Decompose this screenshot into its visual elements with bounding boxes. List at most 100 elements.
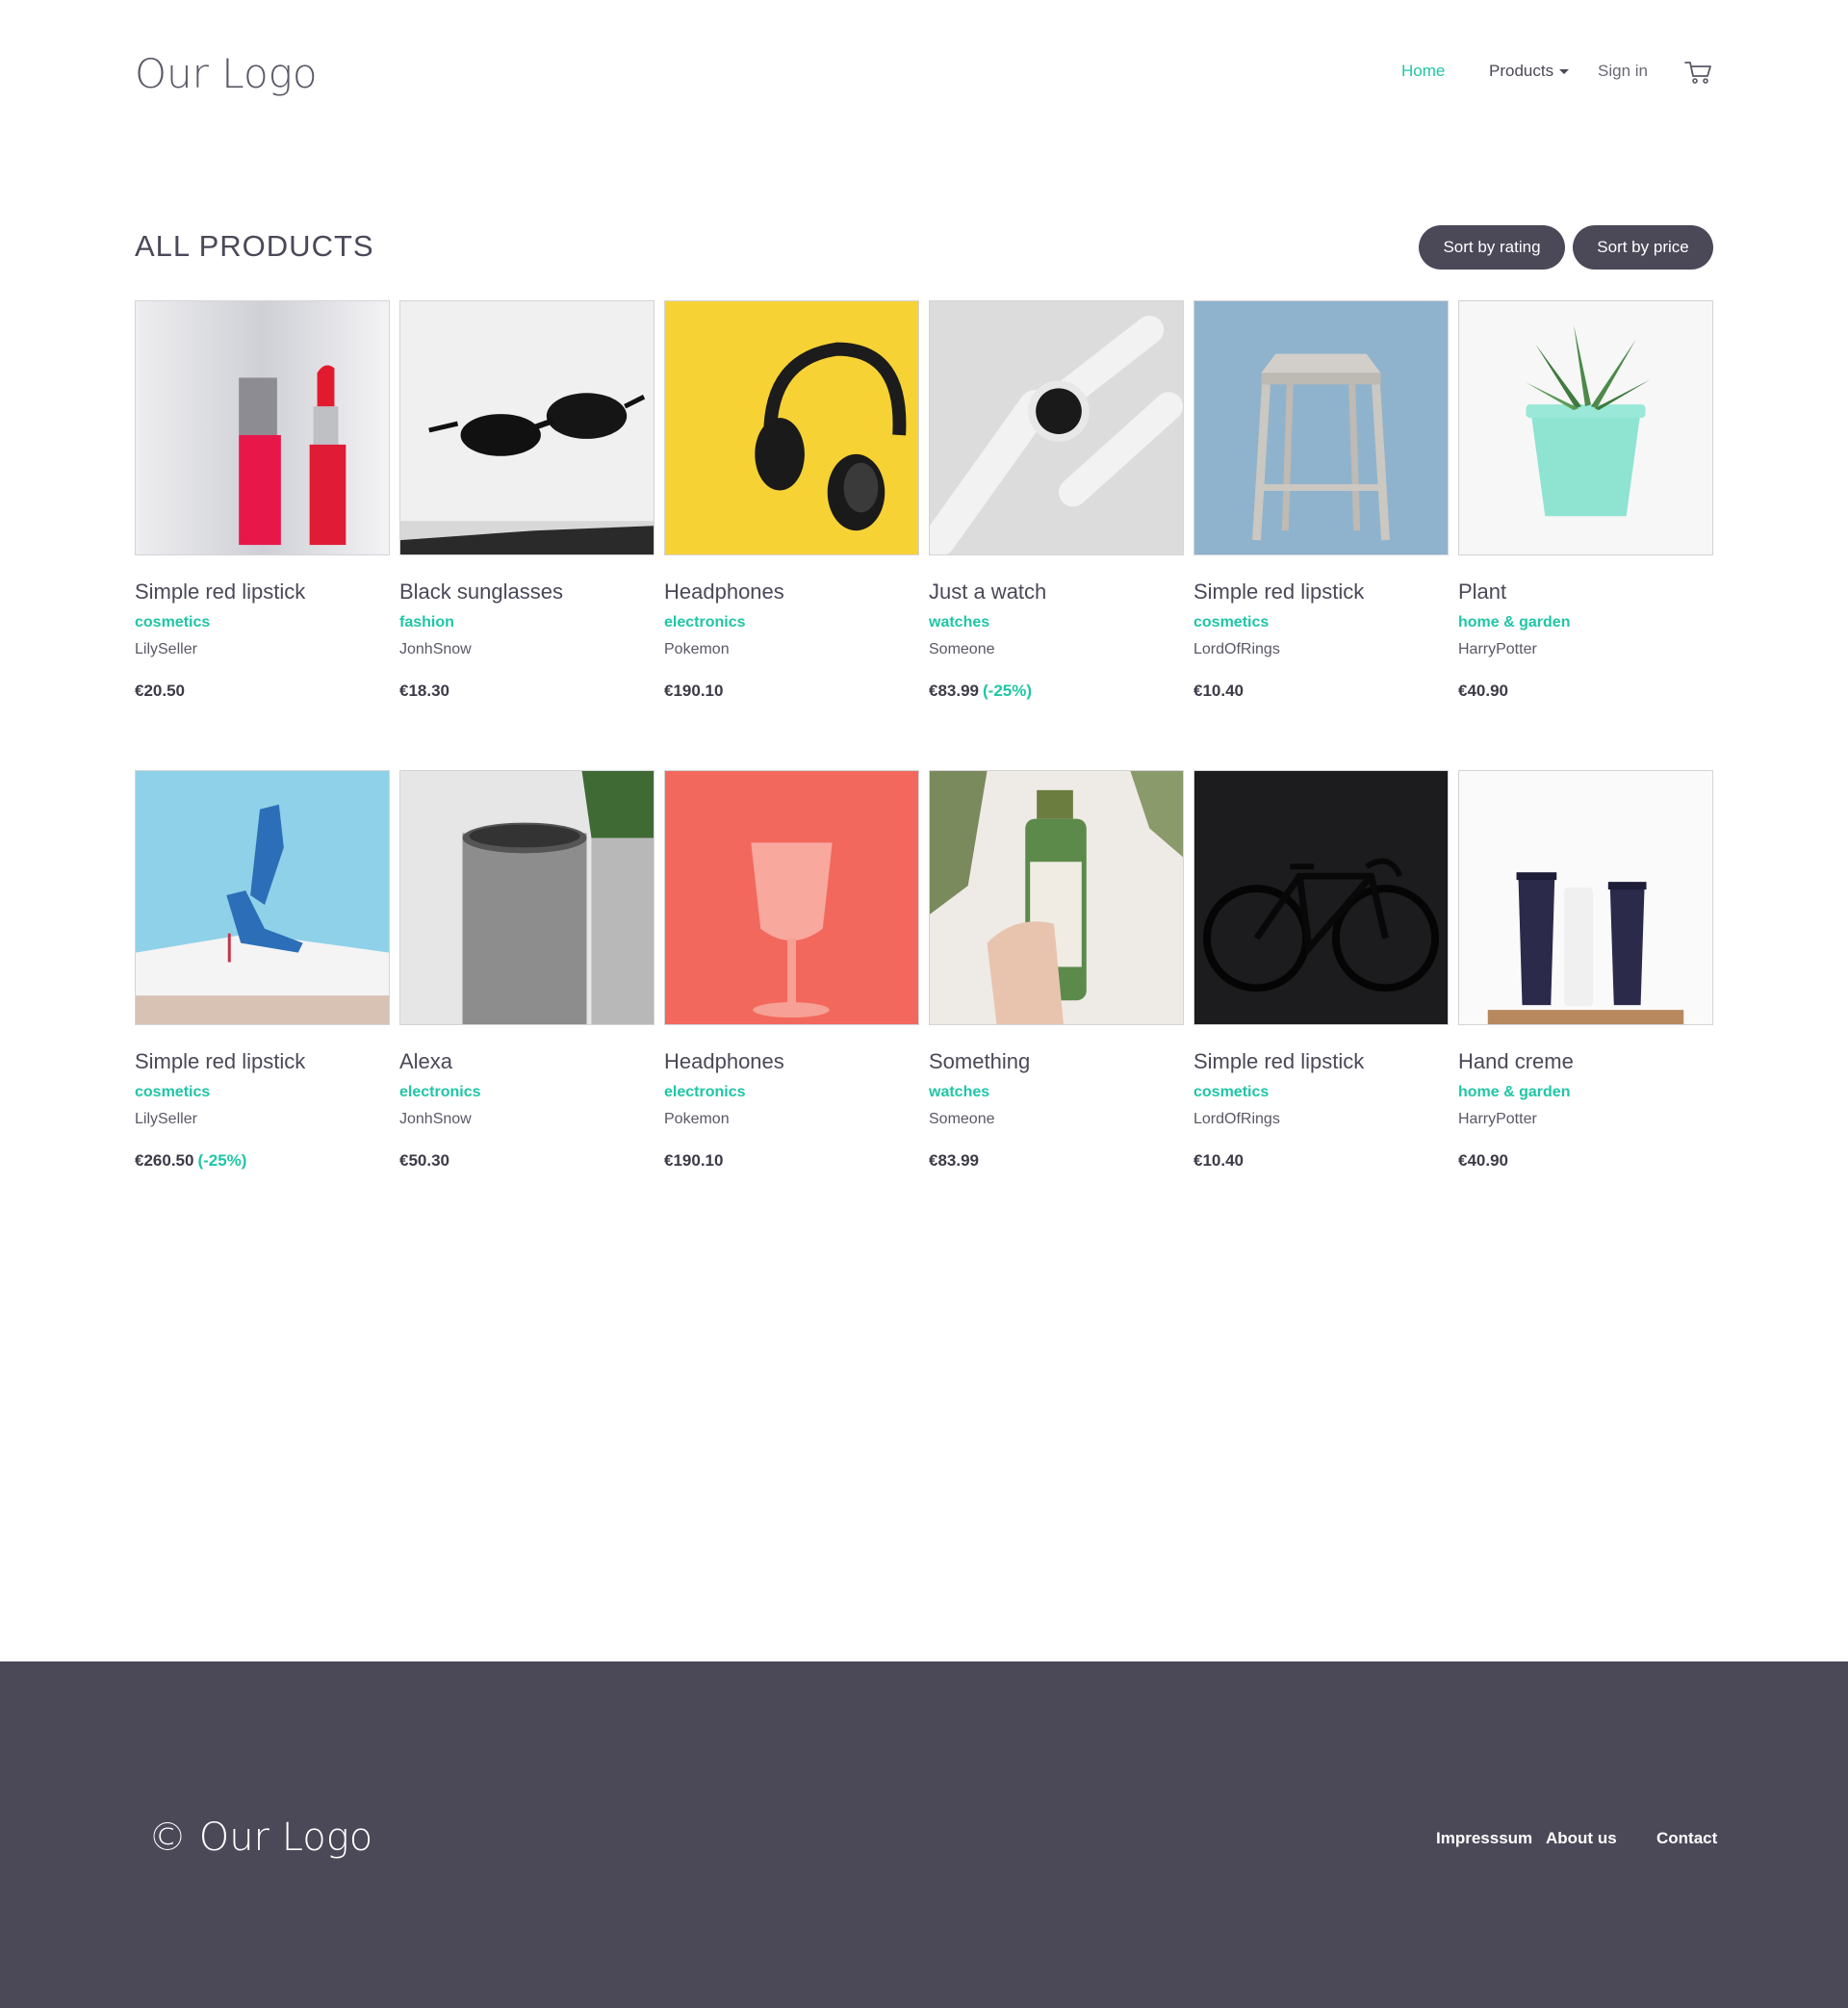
product-image-heels[interactable]: [135, 770, 390, 1025]
price-value: €10.40: [1194, 1151, 1244, 1170]
product-category[interactable]: watches: [929, 614, 989, 631]
product-name[interactable]: Something: [929, 1049, 1030, 1074]
product-name[interactable]: Black sunglasses: [399, 579, 563, 605]
product-image-shampoo[interactable]: [929, 770, 1184, 1025]
product-card[interactable]: Something watches Someone €83.99: [929, 770, 1184, 1194]
product-price: €83.99: [929, 1151, 983, 1171]
price-discount: (-25%): [983, 682, 1033, 700]
product-image-cup[interactable]: [664, 770, 919, 1025]
caret-down-icon: [1559, 69, 1570, 75]
price-discount: (-25%): [197, 1151, 247, 1170]
price-value: €83.99: [929, 682, 979, 700]
product-name[interactable]: Simple red lipstick: [1194, 579, 1364, 605]
product-card[interactable]: Headphones electronics Pokemon €190.10: [664, 300, 919, 724]
product-seller: HarryPotter: [1458, 1111, 1537, 1127]
nav-products-label: Products: [1489, 62, 1554, 80]
product-image-speaker[interactable]: [399, 770, 654, 1025]
nav-products[interactable]: Products: [1489, 62, 1570, 81]
cart-icon[interactable]: [1684, 60, 1713, 85]
price-value: €83.99: [929, 1151, 979, 1170]
product-row: Simple red lipstick cosmetics LilySeller…: [135, 300, 1713, 724]
product-price: €20.50: [135, 682, 189, 701]
product-seller: JonhSnow: [399, 1111, 472, 1127]
price-value: €40.90: [1458, 682, 1508, 700]
site-header: Our Logo Home Products Sign in: [0, 0, 1848, 154]
product-image-watch[interactable]: [929, 300, 1184, 555]
product-image-hand-creme[interactable]: [1458, 770, 1713, 1025]
product-name[interactable]: Simple red lipstick: [135, 1049, 305, 1074]
product-seller: HarryPotter: [1458, 641, 1537, 657]
price-value: €190.10: [664, 1151, 724, 1170]
footer-link-contact[interactable]: Contact: [1656, 1829, 1717, 1848]
product-seller: LordOfRings: [1194, 641, 1280, 657]
product-card[interactable]: Headphones electronics Pokemon €190.10: [664, 770, 919, 1194]
product-image-stool[interactable]: [1194, 300, 1449, 555]
product-category[interactable]: cosmetics: [1194, 614, 1269, 631]
price-value: €50.30: [399, 1151, 449, 1170]
page-title: ALL PRODUCTS: [135, 229, 374, 263]
price-value: €10.40: [1194, 682, 1244, 700]
product-price: €50.30: [399, 1151, 453, 1171]
product-image-headphones[interactable]: [664, 300, 919, 555]
product-category[interactable]: electronics: [664, 614, 745, 631]
nav-home[interactable]: Home: [1401, 62, 1445, 81]
site-footer: © Our Logo Impresssum About us Contact: [0, 1661, 1848, 2008]
footer-logo: © Our Logo: [148, 1815, 373, 1860]
product-name[interactable]: Hand creme: [1458, 1049, 1574, 1074]
product-price: €10.40: [1194, 682, 1247, 701]
product-category[interactable]: watches: [929, 1084, 989, 1101]
footer-link-about[interactable]: About us: [1546, 1829, 1617, 1848]
footer-link-impressum[interactable]: Impresssum: [1436, 1829, 1532, 1848]
sort-by-price-button[interactable]: Sort by price: [1573, 225, 1713, 270]
product-card[interactable]: Plant home & garden HarryPotter €40.90: [1458, 300, 1713, 724]
product-image-plant[interactable]: [1458, 300, 1713, 555]
product-seller: Pokemon: [664, 641, 730, 657]
product-seller: Someone: [929, 1111, 995, 1127]
product-category[interactable]: home & garden: [1458, 1084, 1570, 1101]
product-card[interactable]: Just a watch watches Someone €83.99 (-25%…: [929, 300, 1184, 724]
product-card[interactable]: Simple red lipstick cosmetics LilySeller…: [135, 770, 390, 1194]
product-name[interactable]: Simple red lipstick: [1194, 1049, 1364, 1074]
product-image-bike[interactable]: [1194, 770, 1449, 1025]
product-row: Simple red lipstick cosmetics LilySeller…: [135, 770, 1713, 1194]
product-card[interactable]: Simple red lipstick cosmetics LordOfRing…: [1194, 770, 1449, 1194]
product-name[interactable]: Plant: [1458, 579, 1506, 605]
product-price: €40.90: [1458, 682, 1512, 701]
product-name[interactable]: Just a watch: [929, 579, 1046, 605]
product-seller: JonhSnow: [399, 641, 472, 657]
product-name[interactable]: Alexa: [399, 1049, 452, 1074]
product-category[interactable]: cosmetics: [1194, 1084, 1269, 1101]
product-price: €83.99 (-25%): [929, 682, 1032, 701]
product-category[interactable]: cosmetics: [135, 614, 210, 631]
product-category[interactable]: electronics: [664, 1084, 745, 1101]
product-price: €18.30: [399, 682, 453, 701]
product-image-lipstick[interactable]: [135, 300, 390, 555]
price-value: €20.50: [135, 682, 185, 700]
product-card[interactable]: Hand creme home & garden HarryPotter €40…: [1458, 770, 1713, 1194]
price-value: €40.90: [1458, 1151, 1508, 1170]
product-seller: LordOfRings: [1194, 1111, 1280, 1127]
product-price: €260.50 (-25%): [135, 1151, 246, 1171]
product-name[interactable]: Headphones: [664, 579, 784, 605]
product-category[interactable]: fashion: [399, 614, 454, 631]
product-price: €190.10: [664, 1151, 727, 1171]
product-seller: LilySeller: [135, 641, 197, 657]
product-price: €40.90: [1458, 1151, 1512, 1171]
product-image-sunglasses[interactable]: [399, 300, 654, 555]
product-name[interactable]: Simple red lipstick: [135, 579, 305, 605]
logo[interactable]: Our Logo: [135, 50, 318, 97]
product-category[interactable]: cosmetics: [135, 1084, 210, 1101]
nav-signin[interactable]: Sign in: [1598, 62, 1648, 81]
product-price: €10.40: [1194, 1151, 1247, 1171]
price-value: €260.50: [135, 1151, 194, 1170]
product-card[interactable]: Simple red lipstick cosmetics LordOfRing…: [1194, 300, 1449, 724]
sort-by-rating-button[interactable]: Sort by rating: [1419, 225, 1565, 270]
product-category[interactable]: electronics: [399, 1084, 480, 1101]
price-value: €190.10: [664, 682, 724, 700]
product-card[interactable]: Simple red lipstick cosmetics LilySeller…: [135, 300, 390, 724]
product-seller: Pokemon: [664, 1111, 730, 1127]
product-name[interactable]: Headphones: [664, 1049, 784, 1074]
product-category[interactable]: home & garden: [1458, 614, 1570, 631]
product-card[interactable]: Alexa electronics JonhSnow €50.30: [399, 770, 654, 1194]
product-card[interactable]: Black sunglasses fashion JonhSnow €18.30: [399, 300, 654, 724]
